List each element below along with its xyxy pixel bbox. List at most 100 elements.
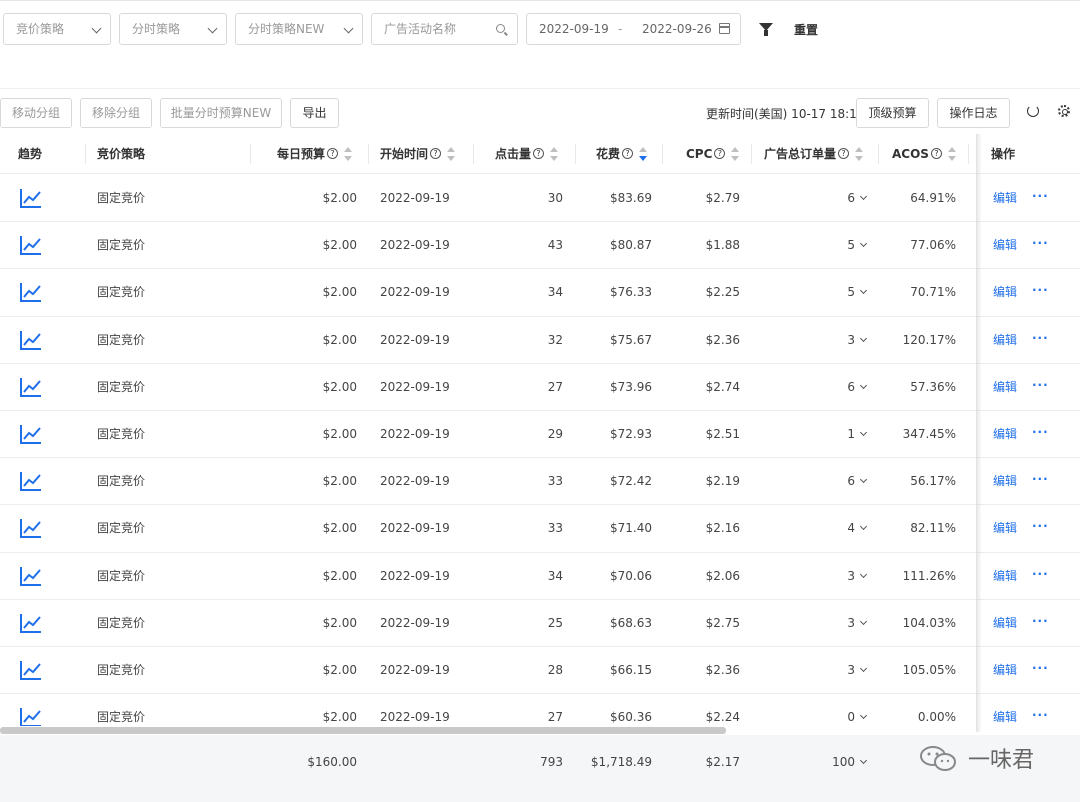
trend-chart-icon[interactable] xyxy=(20,188,42,208)
edit-link[interactable]: 编辑 xyxy=(993,222,1017,268)
chevron-down-icon xyxy=(91,23,102,34)
date-range-picker[interactable]: 2022-09-19 - 2022-09-26 xyxy=(526,13,741,45)
cell-orders[interactable]: 6 xyxy=(847,175,868,221)
help-icon[interactable]: ? xyxy=(533,148,545,159)
sort-icon[interactable] xyxy=(731,146,740,161)
edit-link[interactable]: 编辑 xyxy=(993,600,1017,646)
cell-acos: 0.00% xyxy=(917,710,956,725)
column-divider xyxy=(85,144,86,164)
header-acos[interactable]: ACOS? xyxy=(892,134,956,174)
header-spend[interactable]: 花费? xyxy=(596,134,648,174)
header-start-time-label: 开始时间 xyxy=(380,147,429,161)
edit-link[interactable]: 编辑 xyxy=(993,364,1017,410)
edit-link[interactable]: 编辑 xyxy=(993,411,1017,457)
help-icon[interactable]: ? xyxy=(327,148,339,159)
edit-link[interactable]: 编辑 xyxy=(993,553,1017,599)
trend-chart-icon[interactable] xyxy=(20,660,42,680)
cell-orders[interactable]: 3 xyxy=(847,317,868,363)
trend-chart-icon[interactable] xyxy=(20,707,42,726)
help-icon[interactable]: ? xyxy=(430,148,442,159)
trend-chart-icon[interactable] xyxy=(20,424,42,444)
more-icon[interactable]: ··· xyxy=(1032,364,1049,406)
operation-log-button[interactable]: 操作日志 xyxy=(937,98,1010,128)
help-icon[interactable]: ? xyxy=(930,148,942,159)
more-icon[interactable]: ··· xyxy=(1032,458,1049,500)
cell-orders[interactable]: 6 xyxy=(847,458,868,504)
cell-orders[interactable]: 5 xyxy=(847,269,868,315)
date-start[interactable]: 2022-09-19 xyxy=(539,14,609,44)
more-icon[interactable]: ··· xyxy=(1032,553,1049,595)
more-icon[interactable]: ··· xyxy=(1032,647,1049,689)
edit-link[interactable]: 编辑 xyxy=(993,505,1017,551)
export-button[interactable]: 导出 xyxy=(290,98,339,128)
cell-orders[interactable]: 0 xyxy=(847,694,868,726)
cell-orders[interactable]: 3 xyxy=(847,600,868,646)
cell-cpc: $2.19 xyxy=(705,474,740,489)
settings-icon[interactable] xyxy=(1058,105,1070,117)
cell-clicks: 33 xyxy=(547,521,563,536)
sort-icon[interactable] xyxy=(550,146,559,161)
calendar-icon[interactable] xyxy=(719,23,730,34)
help-icon[interactable]: ? xyxy=(622,148,634,159)
cell-orders[interactable]: 6 xyxy=(847,364,868,410)
cell-orders[interactable]: 3 xyxy=(847,647,868,693)
refresh-icon[interactable] xyxy=(1027,105,1039,117)
more-icon[interactable]: ··· xyxy=(1032,600,1049,642)
header-clicks[interactable]: 点击量? xyxy=(495,134,559,174)
edit-link[interactable]: 编辑 xyxy=(993,317,1017,363)
cell-cpc: $2.06 xyxy=(705,568,740,583)
more-icon[interactable]: ··· xyxy=(1032,175,1049,217)
total-orders[interactable]: 100 xyxy=(832,755,868,769)
date-end[interactable]: 2022-09-26 xyxy=(642,14,712,44)
sort-desc-icon[interactable] xyxy=(639,146,648,161)
cell-orders[interactable]: 1 xyxy=(847,411,868,457)
trend-chart-icon[interactable] xyxy=(20,282,42,303)
trend-chart-icon[interactable] xyxy=(20,566,42,586)
edit-link[interactable]: 编辑 xyxy=(993,694,1017,726)
header-orders[interactable]: 广告总订单量? xyxy=(764,134,864,174)
remove-group-button[interactable]: 移除分组 xyxy=(80,98,152,128)
header-daily-budget[interactable]: 每日预算? xyxy=(277,134,353,174)
more-icon[interactable]: ··· xyxy=(1032,505,1049,547)
time-strategy-new-select[interactable]: 分时策略NEW xyxy=(235,13,363,45)
trend-chart-icon[interactable] xyxy=(20,235,42,256)
sort-icon[interactable] xyxy=(855,146,864,161)
edit-link[interactable]: 编辑 xyxy=(993,647,1017,693)
horizontal-scrollbar[interactable] xyxy=(0,727,726,734)
more-icon[interactable]: ··· xyxy=(1032,411,1049,453)
more-icon[interactable]: ··· xyxy=(1032,317,1049,359)
filter-icon[interactable] xyxy=(759,23,773,36)
move-group-button[interactable]: 移动分组 xyxy=(0,98,72,128)
cell-cpc: $2.24 xyxy=(705,710,740,725)
more-icon[interactable]: ··· xyxy=(1032,694,1049,726)
trend-chart-icon[interactable] xyxy=(20,518,42,539)
header-cpc[interactable]: CPC? xyxy=(686,134,740,174)
edit-link[interactable]: 编辑 xyxy=(993,175,1017,221)
trend-chart-icon[interactable] xyxy=(20,613,42,633)
bid-strategy-select[interactable]: 竞价策略 xyxy=(3,13,111,45)
sort-icon[interactable] xyxy=(947,146,956,161)
more-icon[interactable]: ··· xyxy=(1032,222,1049,264)
time-strategy-select[interactable]: 分时策略 xyxy=(119,13,227,45)
cell-orders[interactable]: 5 xyxy=(847,222,868,268)
cell-orders[interactable]: 3 xyxy=(847,553,868,599)
edit-link[interactable]: 编辑 xyxy=(993,458,1017,504)
trend-chart-icon[interactable] xyxy=(20,377,42,397)
top-budget-button[interactable]: 顶级预算 xyxy=(856,98,929,128)
trend-chart-icon[interactable] xyxy=(20,471,42,492)
help-icon[interactable]: ? xyxy=(838,148,850,159)
trend-chart-icon[interactable] xyxy=(20,330,42,350)
reset-button[interactable]: 重置 xyxy=(794,21,818,38)
batch-budget-button[interactable]: 批量分时预算NEW xyxy=(160,98,282,128)
sort-icon[interactable] xyxy=(447,146,456,161)
header-start-time[interactable]: 开始时间? xyxy=(380,134,456,174)
sort-icon[interactable] xyxy=(344,146,353,161)
cell-orders-value: 6 xyxy=(847,379,855,394)
more-icon[interactable]: ··· xyxy=(1032,269,1049,311)
cell-orders[interactable]: 4 xyxy=(847,505,868,551)
search-icon[interactable] xyxy=(496,24,505,33)
help-icon[interactable]: ? xyxy=(714,148,726,159)
edit-link[interactable]: 编辑 xyxy=(993,269,1017,315)
cell-daily-budget: $2.00 xyxy=(322,427,357,441)
campaign-search-input[interactable]: 广告活动名称 xyxy=(371,13,518,45)
